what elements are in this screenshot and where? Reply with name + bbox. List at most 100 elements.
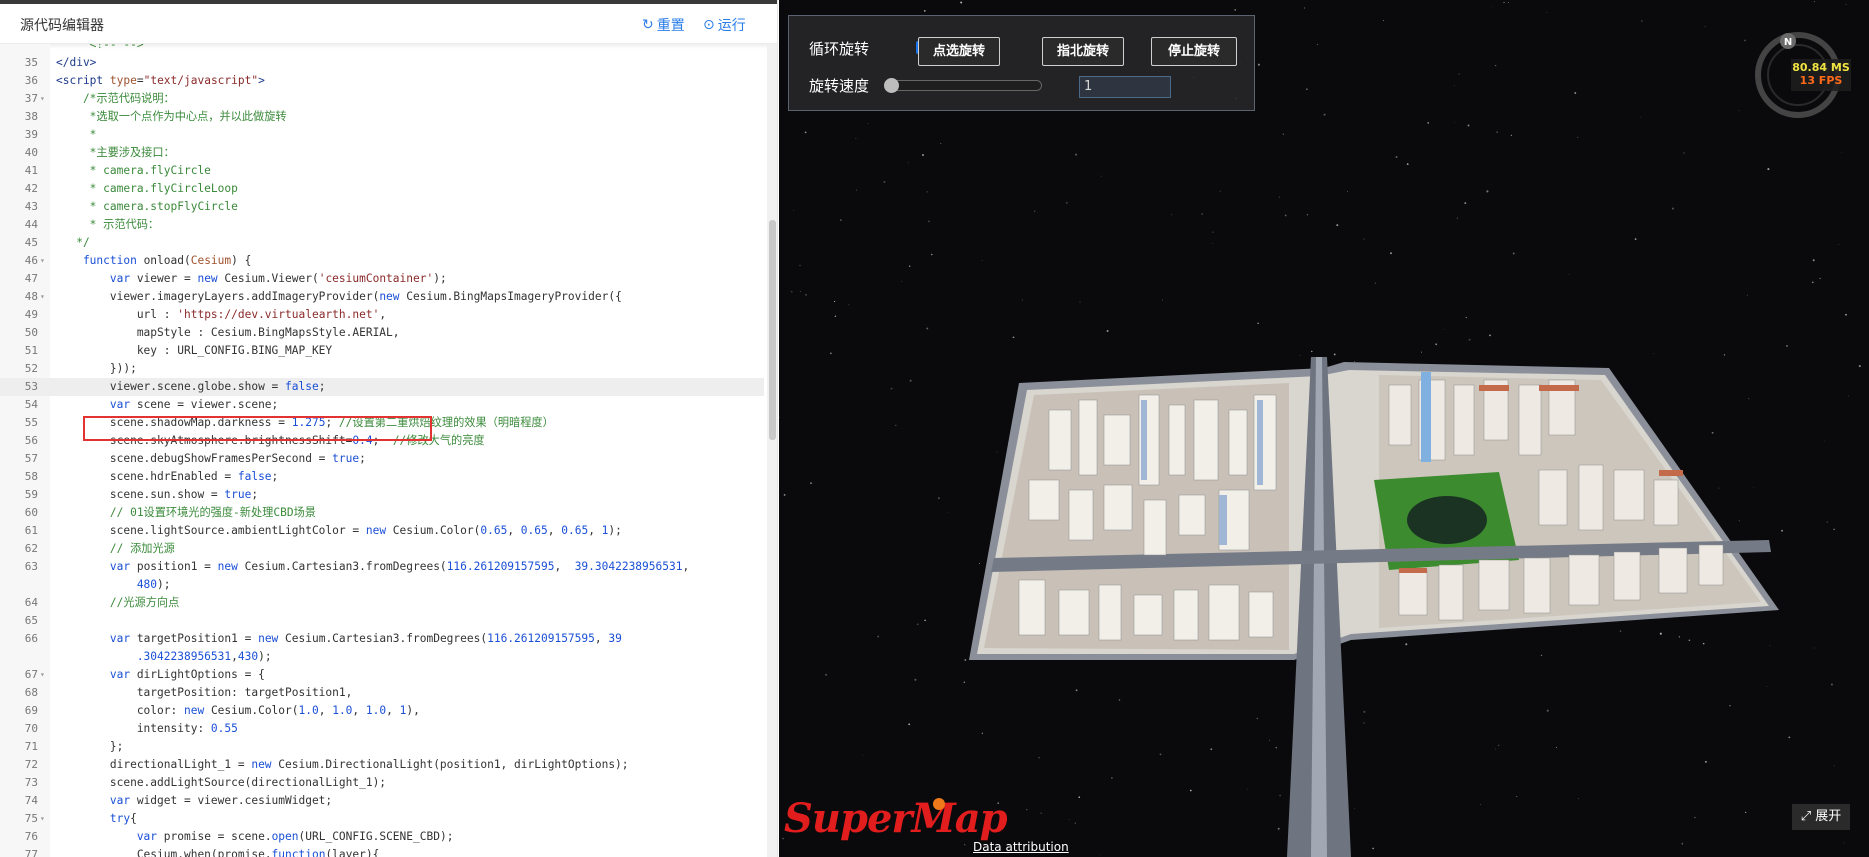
code-text: <script type="text/javascript">: [56, 72, 265, 90]
code-line[interactable]: 42 * camera.flyCircleLoop: [0, 180, 764, 198]
editor-scrollbar[interactable]: [767, 44, 777, 857]
code-token: true: [224, 488, 252, 501]
code-line[interactable]: 74 var widget = viewer.cesiumWidget;: [0, 792, 764, 810]
rotate-speed-slider[interactable]: [888, 80, 1042, 91]
code-token: Cesium.Color(: [392, 524, 481, 537]
code-line[interactable]: 43 * camera.stopFlyCircle: [0, 198, 764, 216]
code-token: 430: [237, 650, 259, 663]
code-token: *: [56, 128, 97, 141]
line-number: 38: [24, 110, 38, 123]
code-token: =: [136, 74, 144, 87]
3d-scene-viewer[interactable]: 循环旋转 ✓ 点选旋转 指北旋转 停止旋转 旋转速度 1 N 80.84 MS …: [779, 0, 1869, 857]
code-token: try: [56, 812, 131, 825]
code-token: false: [237, 470, 272, 483]
code-line[interactable]: 63 var position1 = new Cesium.Cartesian3…: [0, 558, 764, 576]
code-line[interactable]: 48 ▾ viewer.imageryLayers.addImageryProvi…: [0, 288, 764, 306]
code-line[interactable]: 39 *: [0, 126, 764, 144]
code-token: targetPosition: targetPosition1,: [56, 686, 353, 699]
code-line[interactable]: 76 var promise = scene.open(URL_CONFIG.S…: [0, 828, 764, 846]
code-line[interactable]: 61 scene.lightSource.ambientLightColor =…: [0, 522, 764, 540]
code-text: scene.lightSource.ambientLightColor = ne…: [56, 522, 622, 540]
pick-rotate-button[interactable]: 点选旋转: [918, 37, 1000, 66]
city-model-3d[interactable]: [779, 0, 1869, 857]
code-line[interactable]: 37 ▾ /*示范代码说明：: [0, 90, 764, 108]
code-text: */: [56, 234, 89, 252]
code-token: 1.0: [298, 704, 319, 717]
code-line[interactable]: 51 key : URL_CONFIG.BING_MAP_KEY: [0, 342, 764, 360]
code-text: try{: [56, 810, 137, 828]
code-token: ,: [379, 308, 387, 321]
code-line[interactable]: 72 directionalLight_1 = new Cesium.Direc…: [0, 756, 764, 774]
code-text: var dirLightOptions = {: [56, 666, 265, 684]
code-token: var: [56, 632, 137, 645]
code-token: function: [56, 254, 144, 267]
fold-toggle-icon[interactable]: ▾: [40, 90, 50, 108]
code-token: ,: [318, 704, 333, 717]
code-token: var: [56, 794, 137, 807]
rotate-speed-slider-thumb[interactable]: [884, 78, 899, 93]
supermap-logo: SuperMap: [784, 795, 1008, 842]
code-text: * camera.flyCircleLoop: [56, 180, 238, 198]
code-line[interactable]: 44 * 示范代码：: [0, 216, 764, 234]
code-line[interactable]: 49 url : 'https://dev.virtualearth.net',: [0, 306, 764, 324]
line-number: 44: [24, 218, 38, 231]
code-token: * 示范代码：: [56, 218, 160, 231]
code-line[interactable]: 50 mapStyle : Cesium.BingMapsStyle.AERIA…: [0, 324, 764, 342]
code-line[interactable]: 35 </div>: [0, 54, 764, 72]
code-line[interactable]: 69 color: new Cesium.Color(1.0, 1.0, 1.0…: [0, 702, 764, 720]
code-line[interactable]: <!-- -->: [0, 44, 764, 54]
code-line[interactable]: 71 };: [0, 738, 764, 756]
fold-toggle-icon[interactable]: ▾: [40, 666, 50, 684]
code-line[interactable]: 41 * camera.flyCircle: [0, 162, 764, 180]
code-line[interactable]: 45 */: [0, 234, 764, 252]
code-line[interactable]: 52 }));: [0, 360, 764, 378]
code-line[interactable]: 58 scene.hdrEnabled = false;: [0, 468, 764, 486]
code-token: mapStyle : Cesium.BingMapsStyle.AERIAL,: [56, 326, 400, 339]
code-text: *主要涉及接口：: [56, 144, 175, 162]
data-attribution-link[interactable]: Data attribution: [973, 840, 1069, 854]
code-line[interactable]: 70 intensity: 0.55: [0, 720, 764, 738]
code-area[interactable]: <!-- --> 35 </div> 36 <script type="text/jav…: [0, 44, 777, 857]
code-line[interactable]: 40 *主要涉及接口：: [0, 144, 764, 162]
code-line[interactable]: 68 targetPosition: targetPosition1,: [0, 684, 764, 702]
line-number: 54: [24, 398, 38, 411]
code-line[interactable]: 38 *选取一个点作为中心点，并以此做旋转: [0, 108, 764, 126]
line-number: 71: [24, 740, 38, 753]
north-rotate-button[interactable]: 指北旋转: [1042, 37, 1124, 66]
code-line[interactable]: 54 var scene = viewer.scene;: [0, 396, 764, 414]
code-line[interactable]: 62 // 添加光源: [0, 540, 764, 558]
code-line[interactable]: 64 //光源方向点: [0, 594, 764, 612]
code-token: intensity:: [56, 722, 211, 735]
code-line[interactable]: 67 ▾ var dirLightOptions = {: [0, 666, 764, 684]
code-line[interactable]: 53 viewer.scene.globe.show = false;: [0, 378, 764, 396]
fold-toggle-icon[interactable]: ▾: [40, 252, 50, 270]
code-line[interactable]: 77 Cesium.when(promise,function(layer){: [0, 846, 764, 857]
reset-button[interactable]: ↻ 重置: [642, 15, 685, 35]
code-line[interactable]: .3042238956531,430);: [0, 648, 764, 666]
rotate-speed-input[interactable]: 1: [1079, 76, 1171, 98]
code-text: *选取一个点作为中心点，并以此做旋转: [56, 108, 287, 126]
code-line[interactable]: 73 scene.addLightSource(directionalLight…: [0, 774, 764, 792]
stop-rotate-button[interactable]: 停止旋转: [1151, 37, 1237, 66]
editor-header: 源代码编辑器 ↻ 重置 ⊙ 运行: [0, 4, 777, 44]
code-line[interactable]: 66 var targetPosition1 = new Cesium.Cart…: [0, 630, 764, 648]
code-line[interactable]: 59 scene.sun.show = true;: [0, 486, 764, 504]
code-token: );: [608, 524, 622, 537]
code-line[interactable]: 47 var viewer = new Cesium.Viewer('cesiu…: [0, 270, 764, 288]
code-line[interactable]: 60 // 01设置环境光的强度-新处理CBD场景: [0, 504, 764, 522]
fold-toggle-icon[interactable]: ▾: [40, 288, 50, 306]
code-lines[interactable]: <!-- --> 35 </div> 36 <script type="text/jav…: [0, 44, 764, 857]
code-token: var: [56, 830, 164, 843]
code-line[interactable]: 46 ▾ function onload(Cesium) {: [0, 252, 764, 270]
code-line[interactable]: 75 ▾ try{: [0, 810, 764, 828]
fold-toggle-icon[interactable]: ▾: [40, 810, 50, 828]
city-lake: [1407, 496, 1487, 544]
code-line[interactable]: 480);: [0, 576, 764, 594]
run-button[interactable]: ⊙ 运行: [703, 15, 746, 35]
expand-button[interactable]: ⤢ 展开: [1792, 804, 1850, 830]
code-line[interactable]: 57 scene.debugShowFramesPerSecond = true…: [0, 450, 764, 468]
code-token: var: [56, 560, 137, 573]
code-line[interactable]: 65: [0, 612, 764, 630]
editor-scrollbar-thumb[interactable]: [769, 220, 776, 440]
code-line[interactable]: 36 <script type="text/javascript">: [0, 72, 764, 90]
